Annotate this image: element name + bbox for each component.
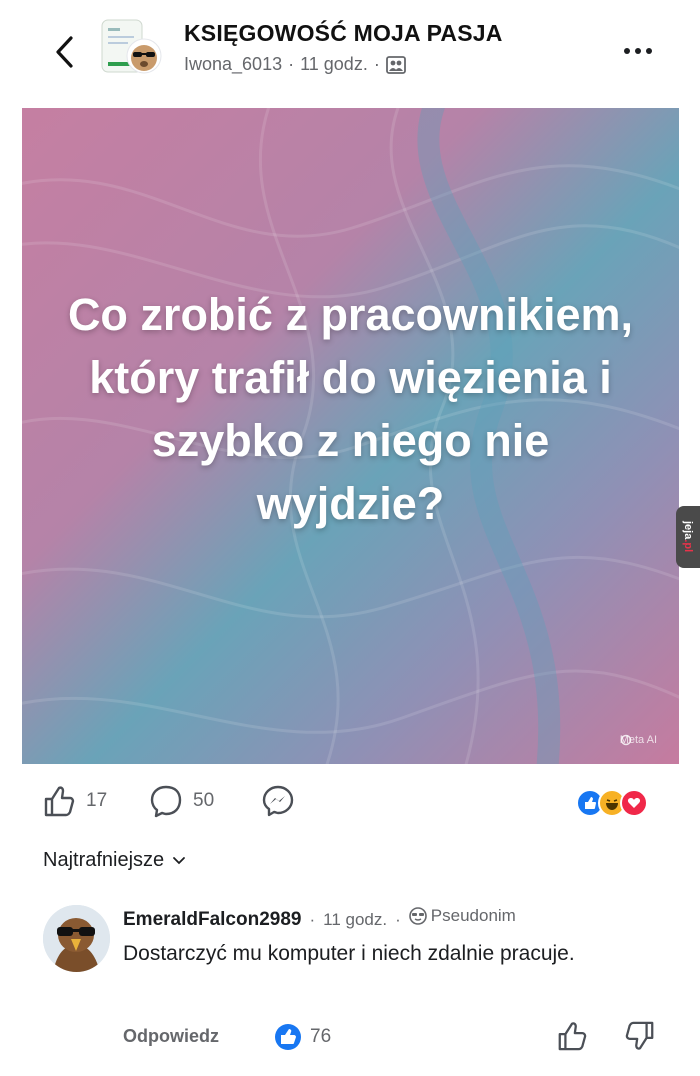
more-dot-icon <box>624 48 630 54</box>
comment-count: 50 <box>193 790 215 811</box>
side-tag-prefix: jeja <box>682 521 694 540</box>
thumbs-up-icon <box>44 786 75 817</box>
messenger-icon <box>262 785 294 817</box>
sunglasses-face-icon <box>408 907 427 925</box>
more-dot-icon <box>646 48 652 54</box>
author-name[interactable]: Iwona_6013 <box>184 54 282 75</box>
thumbs-up-icon <box>558 1022 587 1051</box>
comment-sort-dropdown[interactable]: Najtrafniejsze <box>43 849 186 872</box>
more-dot-icon <box>635 48 641 54</box>
like-count: 17 <box>86 790 108 811</box>
back-button[interactable] <box>44 32 84 72</box>
pseudonym-badge: Pseudonim <box>408 906 516 926</box>
reaction-summary[interactable] <box>576 789 648 817</box>
love-reaction-icon <box>620 789 648 817</box>
comment-separator-2: · <box>395 910 401 929</box>
like-reaction-icon <box>275 1024 301 1050</box>
commenter-avatar[interactable] <box>43 905 110 972</box>
meta-ai-watermark: Meta AI <box>620 734 657 746</box>
reply-button[interactable]: Odpowiedz <box>123 1026 219 1047</box>
like-button[interactable]: 17 <box>42 784 107 818</box>
messenger-share-button[interactable] <box>261 784 295 818</box>
group-avatar[interactable] <box>100 18 162 76</box>
meta-ai-icon <box>620 734 631 746</box>
group-title[interactable]: KSIĘGOWOŚĆ MOJA PASJA <box>184 20 503 47</box>
sort-label: Najtrafniejsze <box>43 849 165 871</box>
chevron-left-icon <box>56 36 73 68</box>
comment-author[interactable]: EmeraldFalcon2989 <box>123 909 301 931</box>
comment-like-count: 76 <box>310 1026 332 1047</box>
comment-time[interactable]: 11 godz. <box>323 910 387 930</box>
chevron-down-icon <box>173 856 186 864</box>
downvote-button[interactable] <box>624 1020 656 1057</box>
meta-separator-2: · <box>373 54 380 74</box>
comment-header: EmeraldFalcon2989 · 11 godz. · Pseudonim <box>123 906 516 931</box>
comment-bubble-icon <box>150 785 182 818</box>
group-members-icon <box>385 55 406 74</box>
comment-text: Dostarczyć mu komputer i niech zdalnie p… <box>123 942 575 965</box>
comment-separator: · <box>309 910 316 929</box>
comment-button[interactable]: 50 <box>149 784 214 818</box>
comment-reactions[interactable]: 76 <box>274 1023 331 1051</box>
more-options-button[interactable] <box>618 36 658 66</box>
jeja-side-tag: jeja.pl <box>676 506 700 568</box>
meta-separator: · <box>288 54 295 74</box>
thumbs-down-icon <box>625 1021 654 1050</box>
post-time[interactable]: 11 godz. <box>300 54 368 75</box>
post-image[interactable]: Co zrobić z pracownikiem, który trafił d… <box>22 108 679 764</box>
pseudonym-label: Pseudonim <box>430 906 516 925</box>
post-meta: Iwona_6013 · 11 godz. · <box>184 54 406 75</box>
side-tag-suffix: .pl <box>682 539 694 553</box>
upvote-button[interactable] <box>556 1020 588 1057</box>
post-text: Co zrobić z pracownikiem, który trafił d… <box>67 289 634 529</box>
